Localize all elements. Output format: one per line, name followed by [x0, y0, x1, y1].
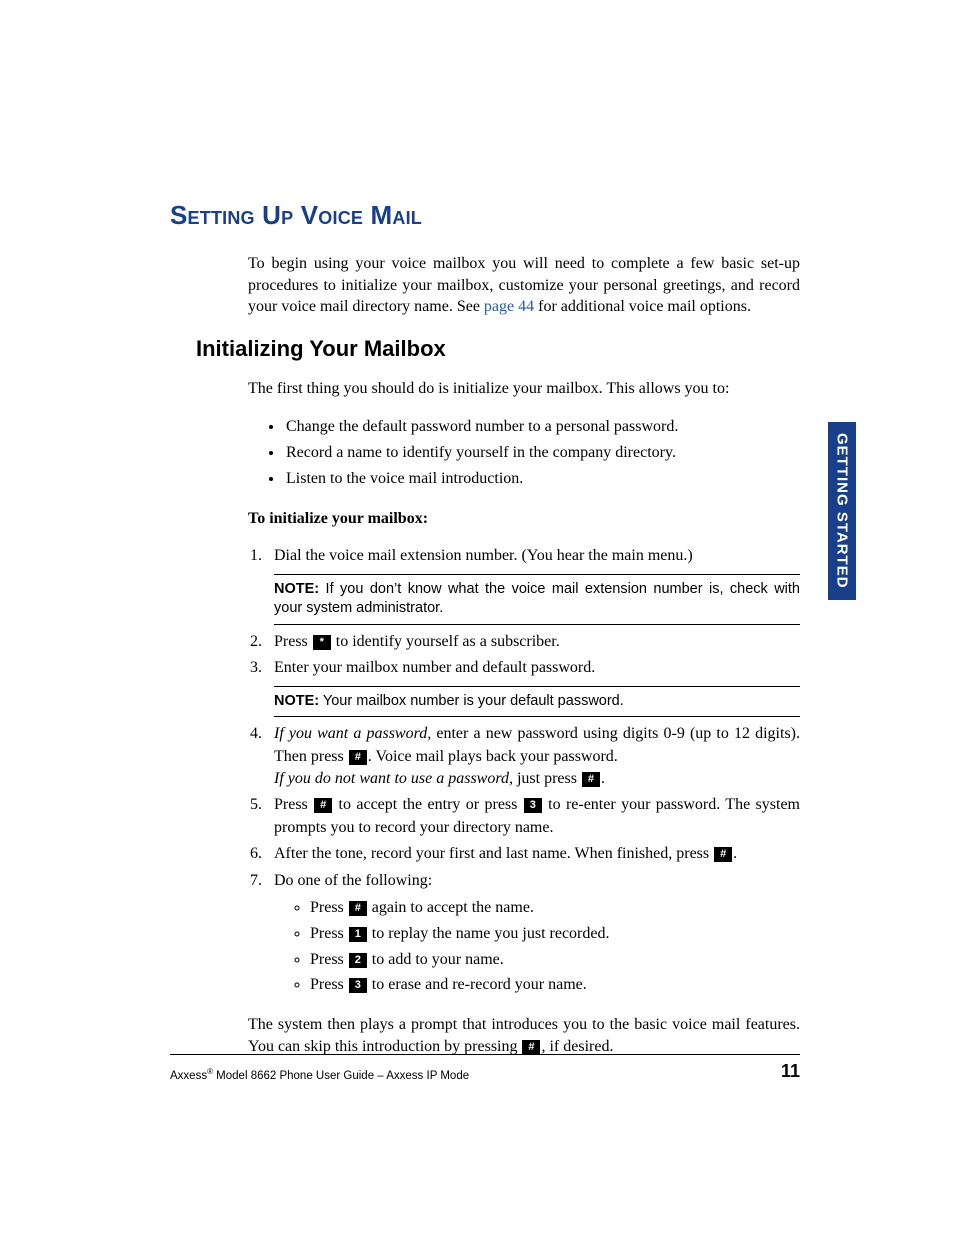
bullet-item: Listen to the voice mail introduction.	[284, 467, 800, 492]
sub-text: Press	[310, 976, 348, 993]
section-tab-label: GETTING STARTED	[834, 433, 851, 589]
intro-text-2: for additional voice mail options.	[534, 298, 751, 315]
page-number: 11	[781, 1061, 800, 1082]
sub-bullet-item: Press 3 to erase and re-record your name…	[310, 973, 800, 998]
step-item: Dial the voice mail extension number. (Y…	[266, 545, 800, 625]
hash-key-icon: #	[582, 772, 600, 787]
one-key-icon: 1	[349, 927, 367, 942]
punct: .	[601, 770, 605, 787]
sub-bullet-item: Press 1 to replay the name you just reco…	[310, 922, 800, 947]
step-item: Press * to identify yourself as a subscr…	[266, 631, 800, 653]
subsection-heading: Initializing Your Mailbox	[196, 336, 800, 362]
step-text: Do one of the following:	[274, 872, 432, 889]
sub-text: to erase and re-record your name.	[368, 976, 587, 993]
footer-brand: Axxess	[170, 1070, 207, 1082]
step-item: After the tone, record your first and la…	[266, 843, 800, 865]
note-text: Your mailbox number is your default pass…	[319, 693, 624, 709]
step-text: to accept the entry or press	[333, 796, 523, 813]
hash-key-icon: #	[714, 847, 732, 862]
step-text: After the tone, record your first and la…	[274, 845, 713, 862]
sub-text: to add to your name.	[368, 951, 504, 968]
step-list: Dial the voice mail extension number. (Y…	[248, 545, 800, 998]
sub-bullet-item: Press 2 to add to your name.	[310, 948, 800, 973]
note-box: NOTE: Your mailbox number is your defaul…	[274, 686, 800, 718]
step-italic: If you want a password,	[274, 725, 431, 742]
step-text: Press	[274, 633, 312, 650]
section-heading: Setting Up Voice Mail	[170, 200, 800, 231]
step-text: . Voice mail plays back your password.	[368, 748, 618, 765]
note-label: NOTE:	[274, 693, 319, 709]
step-item: If you want a password, enter a new pass…	[266, 723, 800, 790]
step-item: Do one of the following: Press # again t…	[266, 870, 800, 999]
step-text: Dial the voice mail extension number. (Y…	[274, 547, 693, 564]
section-tab: GETTING STARTED	[828, 422, 856, 600]
sub-bullet-item: Press # again to accept the name.	[310, 896, 800, 921]
paragraph: The first thing you should do is initial…	[248, 378, 800, 400]
two-key-icon: 2	[349, 953, 367, 968]
note-box: NOTE: If you don’t know what the voice m…	[274, 574, 800, 625]
sub-text: Press	[310, 951, 348, 968]
closing-paragraph: The system then plays a prompt that intr…	[248, 1014, 800, 1057]
footer-text: Model 8662 Phone User Guide – Axxess IP …	[213, 1070, 469, 1082]
hash-key-icon: #	[349, 901, 367, 916]
step-text: Press	[274, 796, 313, 813]
page-footer: Axxess® Model 8662 Phone User Guide – Ax…	[170, 1054, 800, 1082]
bullet-list: Change the default password number to a …	[248, 415, 800, 491]
sub-text: again to accept the name.	[368, 899, 534, 916]
step-italic: If you do not want to use a password,	[274, 770, 513, 787]
note-text: If you don’t know what the voice mail ex…	[274, 581, 800, 617]
bullet-item: Record a name to identify yourself in th…	[284, 441, 800, 466]
sub-text: Press	[310, 899, 348, 916]
hash-key-icon: #	[314, 798, 332, 813]
step-item: Press # to accept the entry or press 3 t…	[266, 794, 800, 839]
star-key-icon: *	[313, 635, 331, 650]
punct: .	[733, 845, 737, 862]
step-item: Enter your mailbox number and default pa…	[266, 657, 800, 717]
sub-text: to replay the name you just recorded.	[368, 925, 610, 942]
procedure-label: To initialize your mailbox:	[248, 508, 800, 530]
note-label: NOTE:	[274, 581, 319, 597]
step-text: just press	[513, 770, 581, 787]
step-text: Enter your mailbox number and default pa…	[274, 659, 595, 676]
intro-paragraph: To begin using your voice mailbox you wi…	[248, 253, 800, 318]
hash-key-icon: #	[349, 750, 367, 765]
sub-bullet-list: Press # again to accept the name. Press …	[290, 896, 800, 998]
three-key-icon: 3	[524, 798, 542, 813]
page-link[interactable]: page 44	[484, 298, 534, 315]
closing-text-after: , if desired.	[541, 1038, 613, 1055]
three-key-icon: 3	[349, 978, 367, 993]
sub-text: Press	[310, 925, 348, 942]
step-text: to identify yourself as a subscriber.	[332, 633, 560, 650]
hash-key-icon: #	[522, 1040, 540, 1055]
footer-left: Axxess® Model 8662 Phone User Guide – Ax…	[170, 1067, 469, 1082]
bullet-item: Change the default password number to a …	[284, 415, 800, 440]
